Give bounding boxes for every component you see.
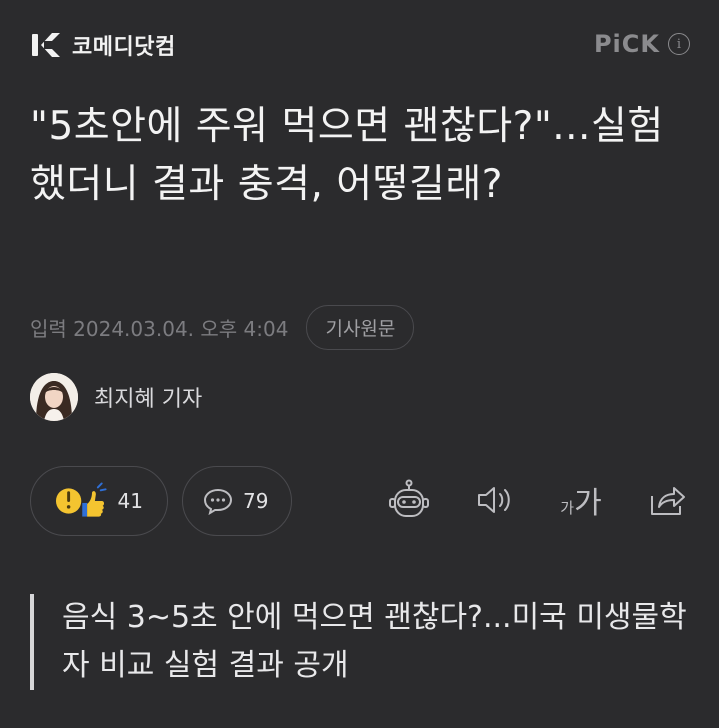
article-summary: 음식 3~5초 안에 먹으면 괜찮다?...미국 미생물학자 비교 실험 결과 … bbox=[30, 594, 702, 690]
article-toolbar: 가가 bbox=[387, 478, 689, 522]
site-logo[interactable]: 코메디닷컴 bbox=[30, 28, 176, 62]
share-button[interactable] bbox=[645, 478, 689, 522]
font-size-icon: 가가 bbox=[560, 486, 602, 521]
text-to-speech-button[interactable] bbox=[473, 478, 517, 522]
like-count: 41 bbox=[117, 489, 143, 513]
robot-icon bbox=[389, 479, 429, 517]
info-icon[interactable]: i bbox=[668, 33, 690, 55]
original-article-button[interactable]: 기사원문 bbox=[306, 305, 415, 350]
author-info[interactable]: 최지혜 기자 bbox=[30, 373, 202, 421]
like-emoji-icon bbox=[55, 482, 107, 517]
like-button[interactable]: 41 bbox=[30, 466, 168, 536]
speaker-icon bbox=[478, 487, 510, 513]
reaction-bar: 41 79 bbox=[30, 466, 292, 536]
author-name: 최지혜 기자 bbox=[94, 387, 203, 412]
article-title: "5초안에 주워 먹으면 괜찮다?"...실험했더니 결과 충격, 어떻길래? bbox=[30, 104, 664, 207]
logo-text: 코메디닷컴 bbox=[72, 35, 176, 60]
comment-button[interactable]: 79 bbox=[182, 466, 292, 536]
pick-label: PiCK bbox=[593, 30, 660, 58]
comment-icon bbox=[203, 488, 233, 515]
komedi-logo-icon bbox=[32, 33, 60, 57]
comment-count: 79 bbox=[243, 489, 269, 513]
header: 코메디닷컴 PiCK i bbox=[30, 28, 690, 68]
article-meta: 입력 2024.03.04. 오후 4:04 기사원문 bbox=[30, 305, 415, 350]
avatar[interactable] bbox=[30, 373, 78, 421]
share-icon bbox=[651, 487, 685, 515]
avatar-image bbox=[30, 373, 78, 421]
font-size-button[interactable]: 가가 bbox=[559, 478, 603, 522]
pick-badge[interactable]: PiCK i bbox=[594, 30, 690, 58]
summary-bot-button[interactable] bbox=[387, 478, 431, 522]
publish-date: 입력 2024.03.04. 오후 4:04 bbox=[30, 317, 289, 341]
